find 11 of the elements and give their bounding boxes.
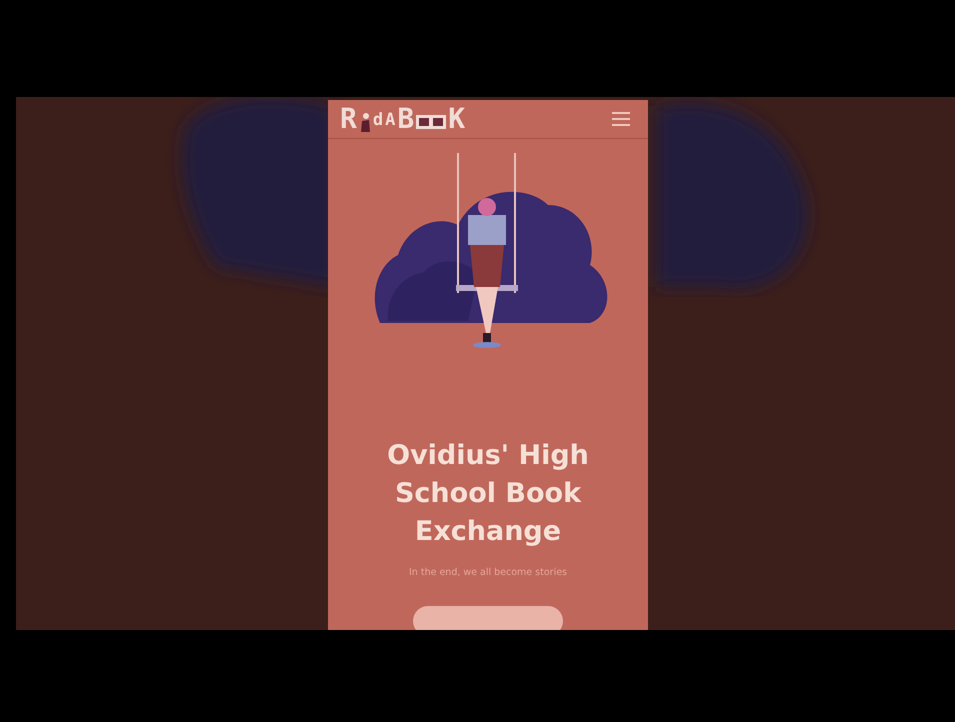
logo-letter: R <box>340 104 357 134</box>
logo-letter: d <box>372 110 384 130</box>
tagline: In the end, we all become stories <box>409 567 567 578</box>
logo-letter: B <box>397 104 414 134</box>
call-to-action-button[interactable] <box>413 606 563 630</box>
logo-letter: A <box>385 110 396 130</box>
book-icon <box>416 115 446 129</box>
logo-letter: K <box>448 104 466 134</box>
figure-icon <box>358 112 371 134</box>
page-title: Ovidius' High School Book Exchange <box>386 439 590 549</box>
menu-icon[interactable] <box>612 112 630 126</box>
